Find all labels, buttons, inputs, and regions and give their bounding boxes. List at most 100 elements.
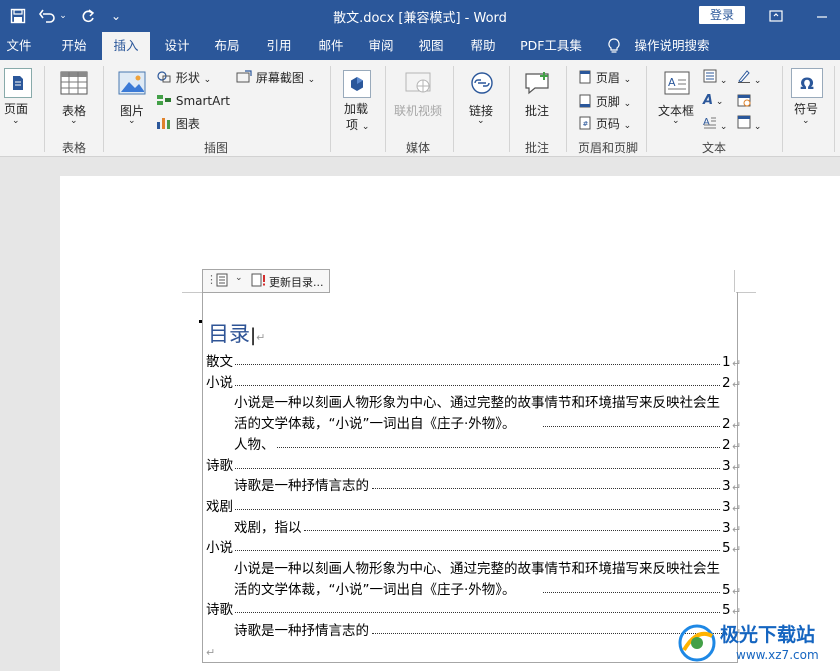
toc-menu-icon[interactable] (215, 273, 229, 290)
update-toc-button[interactable]: 更新目录... (269, 274, 324, 290)
toc-entry[interactable]: 诗歌是一种抒情言志的 ↵ (206, 621, 741, 642)
paragraph-mark: ↵ (732, 522, 742, 536)
toc-entry[interactable]: 小说 5 ↵ (206, 538, 741, 559)
toc-entry-text: 戏剧，指以 (234, 517, 302, 538)
wordart-icon[interactable]: A ⌄ (703, 93, 723, 108)
separator (566, 66, 567, 152)
picture-icon[interactable] (118, 70, 146, 96)
page-icon[interactable] (4, 68, 32, 98)
ribbon-insert: 页面 ⌄ 表格 ⌄ 表格 图片 ⌄ 形状 ⌄ SmartArt 图表 屏幕截图 … (0, 60, 840, 157)
quick-parts-icon[interactable]: ⌄ (703, 69, 727, 86)
footer-label: 页脚 (595, 95, 620, 109)
signature-line-icon[interactable]: ⌄ (737, 69, 761, 86)
paragraph-mark: ↵ (732, 543, 742, 557)
symbol-button[interactable]: 符号 (794, 100, 818, 117)
group-text-label: 文本 (702, 141, 727, 155)
comment-icon[interactable] (522, 70, 552, 96)
chart-label: 图表 (175, 117, 200, 131)
textbox-dropdown-icon[interactable]: ⌄ (672, 116, 680, 126)
margin-guide (734, 270, 735, 292)
table-icon[interactable] (60, 70, 88, 96)
toc-heading: 目录|↵ (208, 322, 266, 346)
ribbon-tabs: 文件 开始 插入 设计 布局 引用 邮件 审阅 视图 帮助 PDF工具集 操作说… (0, 32, 840, 60)
textbox-icon[interactable]: A (663, 70, 691, 96)
toc-entry-text: 戏剧 (206, 496, 233, 517)
toc-entry[interactable]: 诗歌 5 ↵ (206, 600, 741, 621)
toc-entry[interactable]: 戏剧，指以 3 ↵ (206, 517, 741, 538)
page-dropdown-icon[interactable]: ⌄ (12, 116, 20, 126)
page-button[interactable]: 页面 (4, 100, 28, 117)
online-video-button: 联机视频 (394, 104, 443, 118)
login-button[interactable]: 登录 (699, 6, 745, 24)
footer-button[interactable]: 页脚 ⌄ (578, 93, 631, 110)
shapes-label: 形状 (175, 71, 200, 85)
addins-button[interactable]: 加载 (344, 100, 368, 117)
toc-leader-dots (235, 550, 720, 552)
tell-me-search[interactable]: 操作说明搜索 (632, 32, 712, 60)
drop-cap-icon[interactable]: A ⌄ (703, 115, 727, 132)
toc-menu-dropdown-icon[interactable]: ⌄ (235, 273, 243, 283)
svg-text:#: # (583, 120, 589, 128)
toc-page-number: 2 (722, 374, 731, 391)
chart-button[interactable]: 图表 (156, 115, 200, 132)
tab-file[interactable]: 文件 (0, 32, 38, 60)
group-comments-label: 批注 (525, 141, 550, 155)
toc-entry[interactable]: 诗歌是一种抒情言志的 3 ↵ (206, 476, 741, 497)
header-button[interactable]: 页眉 ⌄ (578, 69, 631, 86)
toc-entry-text: 小说是一种以刻画人物形象为中心、通过完整的故事情节和环境描写来反映社会生 (234, 559, 720, 579)
table-dropdown-icon[interactable]: ⌄ (70, 116, 78, 126)
watermark: 极光下载站 www.xz7.com (676, 620, 836, 668)
toc-entry[interactable]: 活的文学体裁，“小说”一词出自《庄子·外物》。 2 ↵ (206, 414, 741, 435)
tab-references[interactable]: 引用 (258, 32, 300, 60)
toc-entry[interactable]: 活的文学体裁，“小说”一词出自《庄子·外物》。 5 ↵ (206, 579, 741, 600)
link-dropdown-icon[interactable]: ⌄ (477, 116, 485, 126)
addins-button-line2[interactable]: 项 ⌄ (346, 116, 369, 133)
smartart-button[interactable]: SmartArt (156, 93, 230, 108)
minimize-icon[interactable] (812, 6, 832, 26)
paragraph-mark: ↵ (732, 481, 742, 495)
toc-entry[interactable]: 小说是一种以刻画人物形象为中心、通过完整的故事情节和环境描写来反映社会生 (206, 393, 734, 414)
tab-view[interactable]: 视图 (410, 32, 452, 60)
toc-entry-text: 小说 (206, 372, 233, 393)
tab-home[interactable]: 开始 (52, 32, 96, 60)
screenshot-button[interactable]: 屏幕截图 ⌄ (236, 69, 315, 86)
addins-icon[interactable] (343, 70, 371, 98)
svg-text:A: A (703, 117, 710, 128)
toc-leader-dots (235, 612, 720, 614)
toc-entry[interactable]: 戏剧 3 ↵ (206, 496, 741, 517)
paragraph-mark: ↵ (206, 646, 216, 659)
link-icon[interactable] (468, 70, 496, 96)
date-time-icon[interactable] (737, 93, 751, 110)
tab-insert[interactable]: 插入 (102, 32, 150, 60)
online-video-icon (404, 70, 432, 96)
tab-layout[interactable]: 布局 (206, 32, 248, 60)
toc-entry-text: 小说 (206, 538, 233, 559)
watermark-logo-icon (678, 624, 716, 662)
object-icon[interactable]: ⌄ (737, 115, 761, 132)
group-header-footer-label: 页眉和页脚 (578, 141, 639, 155)
toc-page-number: 3 (722, 498, 731, 515)
tab-design[interactable]: 设计 (156, 32, 198, 60)
ribbon-display-options-icon[interactable] (766, 6, 786, 26)
tab-mailings[interactable]: 邮件 (310, 32, 352, 60)
svg-text:A: A (668, 76, 676, 89)
toc-entry[interactable]: 散文 1 ↵ (206, 352, 741, 372)
toc-entry[interactable]: 小说是一种以刻画人物形象为中心、通过完整的故事情节和环境描写来反映社会生 (206, 559, 734, 579)
tab-pdf-tools[interactable]: PDF工具集 (516, 32, 586, 60)
tab-help[interactable]: 帮助 (462, 32, 504, 60)
symbol-icon[interactable]: Ω (791, 68, 823, 98)
shapes-button[interactable]: 形状 ⌄ (156, 69, 211, 86)
toc-entry[interactable]: 小说 2 ↵ (206, 372, 741, 393)
toc-entry[interactable]: 人物、 2 ↵ (206, 434, 741, 455)
symbol-dropdown-icon[interactable]: ⌄ (802, 116, 810, 126)
picture-dropdown-icon[interactable]: ⌄ (128, 116, 136, 126)
tab-review[interactable]: 审阅 (360, 32, 402, 60)
page-number-button[interactable]: # 页码 ⌄ (578, 115, 631, 132)
margin-guide (182, 292, 202, 293)
paragraph-mark: ↵ (732, 377, 742, 391)
lightbulb-icon[interactable] (605, 32, 623, 60)
new-comment-button[interactable]: 批注 (525, 102, 549, 119)
toc-entry[interactable]: 诗歌 3 ↵ (206, 455, 741, 476)
update-toc-icon[interactable] (251, 273, 267, 290)
screenshot-label: 屏幕截图 (255, 71, 304, 85)
